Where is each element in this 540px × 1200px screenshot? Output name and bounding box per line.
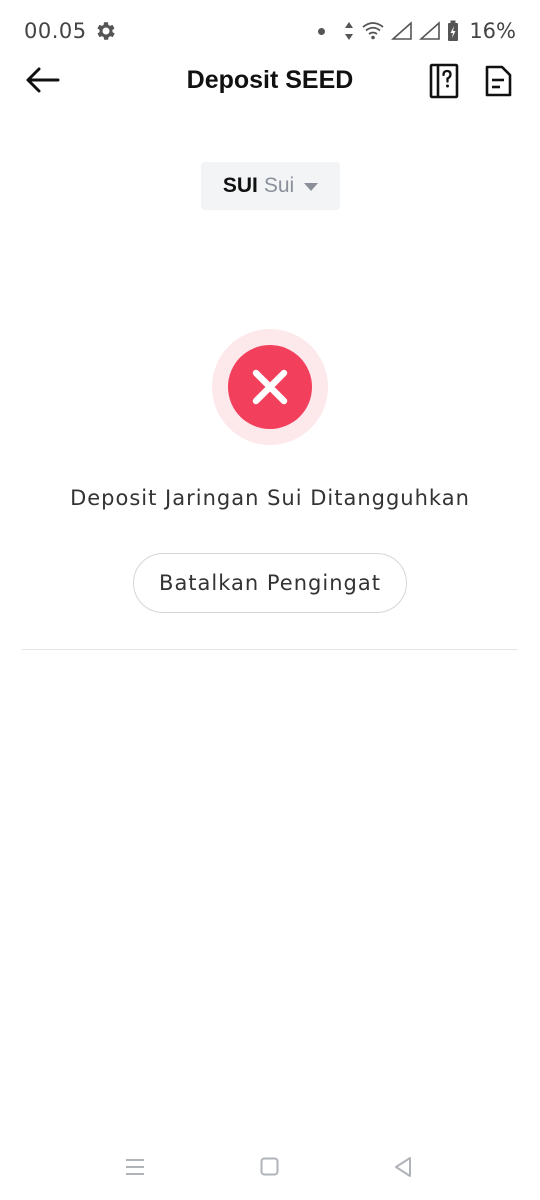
network-symbol: SUI (222, 174, 258, 197)
help-guide-icon[interactable] (428, 62, 460, 100)
network-name: Sui (263, 174, 295, 197)
status-icons: 16% (318, 18, 516, 44)
battery-percentage: 16% (469, 19, 516, 43)
notification-dot-icon (318, 27, 326, 35)
system-nav-bar (0, 1140, 540, 1200)
menu-icon[interactable] (124, 1157, 146, 1177)
network-selector[interactable]: SUI Sui (201, 162, 340, 210)
signal-2-icon (419, 21, 441, 40)
status-time: 00.05 (24, 19, 87, 43)
cancel-reminder-button[interactable]: Batalkan Pengingat (133, 553, 407, 613)
gear-icon (97, 22, 115, 40)
document-record-icon[interactable] (483, 64, 513, 98)
signal-1-icon (391, 21, 413, 40)
back-triangle-icon[interactable] (393, 1156, 413, 1178)
data-arrows-icon (345, 22, 354, 40)
app-header: Deposit SEED (0, 56, 540, 106)
error-x-icon (212, 329, 328, 445)
caret-down-icon (304, 183, 319, 191)
wifi-icon (362, 22, 384, 40)
home-square-icon[interactable] (260, 1157, 279, 1176)
battery-icon (448, 20, 459, 41)
deposit-suspended-message: Deposit Jaringan Sui Ditangguhkan (70, 486, 470, 510)
status-bar: 00.05 16% (0, 0, 540, 62)
divider (22, 649, 518, 650)
